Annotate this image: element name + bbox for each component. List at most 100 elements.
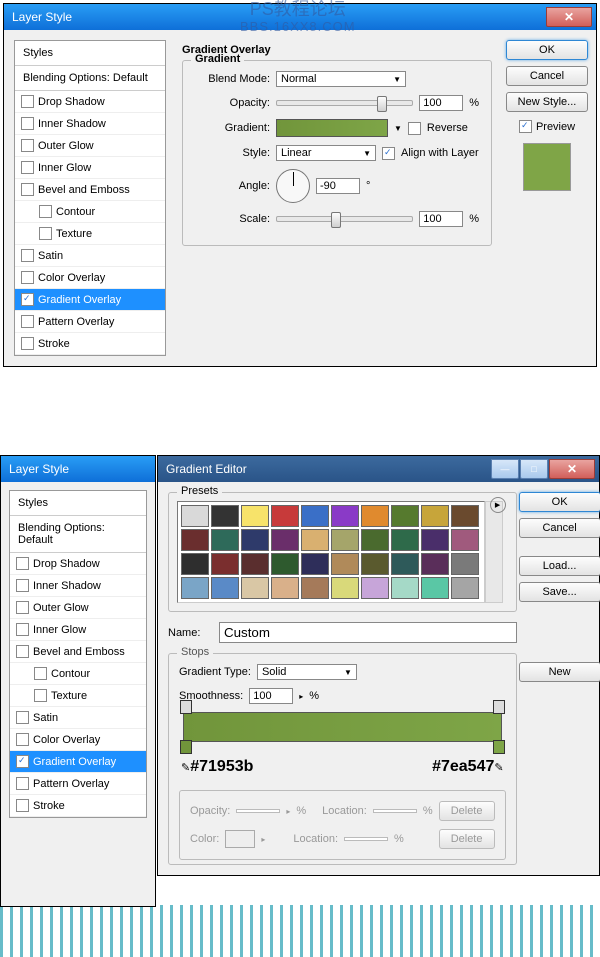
style-item[interactable]: Bevel and Emboss [15, 179, 165, 201]
style-checkbox[interactable] [21, 139, 34, 152]
preview-checkbox[interactable] [519, 120, 532, 133]
styles-header[interactable]: Styles [15, 41, 165, 66]
preset-swatch[interactable] [241, 577, 269, 599]
preset-swatch[interactable] [271, 553, 299, 575]
preset-swatch[interactable] [391, 577, 419, 599]
gradient-type-select[interactable]: Solid▼ [257, 664, 357, 680]
style-checkbox[interactable] [34, 667, 47, 680]
style-item[interactable]: Outer Glow [10, 597, 146, 619]
preset-swatch[interactable] [331, 529, 359, 551]
style-checkbox[interactable] [16, 557, 29, 570]
preset-swatch[interactable] [421, 529, 449, 551]
preset-swatch[interactable] [391, 529, 419, 551]
preset-swatch[interactable] [211, 505, 239, 527]
style-item[interactable]: Gradient Overlay [15, 289, 165, 311]
style-checkbox[interactable] [39, 205, 52, 218]
style-checkbox[interactable] [16, 733, 29, 746]
close-icon[interactable]: ✕ [549, 459, 595, 479]
preset-swatch[interactable] [301, 505, 329, 527]
style-checkbox[interactable] [21, 161, 34, 174]
style-checkbox[interactable] [34, 689, 47, 702]
style-checkbox[interactable] [16, 799, 29, 812]
angle-dial[interactable] [276, 169, 310, 203]
preset-swatch[interactable] [331, 553, 359, 575]
style-item[interactable]: Texture [10, 685, 146, 707]
preset-swatch[interactable] [361, 505, 389, 527]
style-item[interactable]: Color Overlay [10, 729, 146, 751]
style-item[interactable]: Satin [15, 245, 165, 267]
gradient-bar[interactable] [183, 712, 502, 742]
style-checkbox[interactable] [16, 623, 29, 636]
preset-swatch[interactable] [241, 505, 269, 527]
style-checkbox[interactable] [16, 645, 29, 658]
preset-swatch[interactable] [421, 553, 449, 575]
opacity-input[interactable]: 100 [419, 95, 463, 111]
ok-button[interactable]: OK [519, 492, 600, 512]
preset-swatch[interactable] [241, 529, 269, 551]
style-item[interactable]: Inner Glow [10, 619, 146, 641]
load-button[interactable]: Load... [519, 556, 600, 576]
gradient-dropdown-icon[interactable]: ▼ [394, 124, 402, 133]
style-select[interactable]: Linear▼ [276, 145, 376, 161]
style-checkbox[interactable] [21, 117, 34, 130]
scale-slider[interactable] [276, 216, 413, 222]
preset-swatch[interactable] [241, 553, 269, 575]
style-item[interactable]: Color Overlay [15, 267, 165, 289]
preset-swatch[interactable] [181, 577, 209, 599]
style-checkbox[interactable] [16, 777, 29, 790]
reverse-checkbox[interactable] [408, 122, 421, 135]
style-item[interactable]: Pattern Overlay [15, 311, 165, 333]
blending-options[interactable]: Blending Options: Default [15, 66, 165, 91]
preset-swatch[interactable] [181, 553, 209, 575]
style-item[interactable]: Inner Glow [15, 157, 165, 179]
titlebar[interactable]: Layer Style ✕ [4, 4, 596, 30]
preset-swatch[interactable] [301, 577, 329, 599]
new-button[interactable]: New [519, 662, 600, 682]
preset-swatch[interactable] [361, 529, 389, 551]
style-checkbox[interactable] [21, 249, 34, 262]
preset-swatch[interactable] [361, 577, 389, 599]
style-item[interactable]: Texture [15, 223, 165, 245]
opacity-slider[interactable] [276, 100, 413, 106]
presets-menu-icon[interactable]: ▶ [490, 497, 506, 513]
preset-swatch[interactable] [331, 505, 359, 527]
style-checkbox[interactable] [21, 337, 34, 350]
preset-swatch[interactable] [331, 577, 359, 599]
opacity-stop-right[interactable] [493, 700, 505, 714]
preset-swatch[interactable] [211, 553, 239, 575]
style-item[interactable]: Stroke [10, 795, 146, 817]
style-checkbox[interactable] [21, 293, 34, 306]
new-style-button[interactable]: New Style... [506, 92, 588, 112]
style-item[interactable]: Inner Shadow [15, 113, 165, 135]
preset-swatch[interactable] [211, 529, 239, 551]
scrollbar[interactable] [485, 501, 503, 603]
color-stop-left[interactable] [180, 740, 192, 754]
preset-swatch[interactable] [451, 577, 479, 599]
style-item[interactable]: Stroke [15, 333, 165, 355]
preset-swatch[interactable] [451, 553, 479, 575]
style-item[interactable]: Satin [10, 707, 146, 729]
preset-swatch[interactable] [361, 553, 389, 575]
minimize-icon[interactable]: — [491, 459, 519, 479]
smoothness-arrow-icon[interactable]: ▸ [299, 692, 303, 701]
save-button[interactable]: Save... [519, 582, 600, 602]
preset-swatch[interactable] [421, 577, 449, 599]
blending-options[interactable]: Blending Options: Default [10, 516, 146, 553]
style-checkbox[interactable] [21, 271, 34, 284]
style-item[interactable]: Pattern Overlay [10, 773, 146, 795]
preset-swatch[interactable] [181, 529, 209, 551]
style-checkbox[interactable] [21, 95, 34, 108]
style-item[interactable]: Gradient Overlay [10, 751, 146, 773]
preset-swatch[interactable] [271, 505, 299, 527]
cancel-button[interactable]: Cancel [519, 518, 600, 538]
preset-swatch[interactable] [421, 505, 449, 527]
preset-swatch[interactable] [391, 505, 419, 527]
smoothness-input[interactable]: 100 [249, 688, 293, 704]
style-checkbox[interactable] [16, 579, 29, 592]
color-stop-right[interactable] [493, 740, 505, 754]
style-checkbox[interactable] [16, 755, 29, 768]
styles-header[interactable]: Styles [10, 491, 146, 516]
preset-swatch[interactable] [181, 505, 209, 527]
preset-swatch[interactable] [211, 577, 239, 599]
preset-swatch[interactable] [391, 553, 419, 575]
